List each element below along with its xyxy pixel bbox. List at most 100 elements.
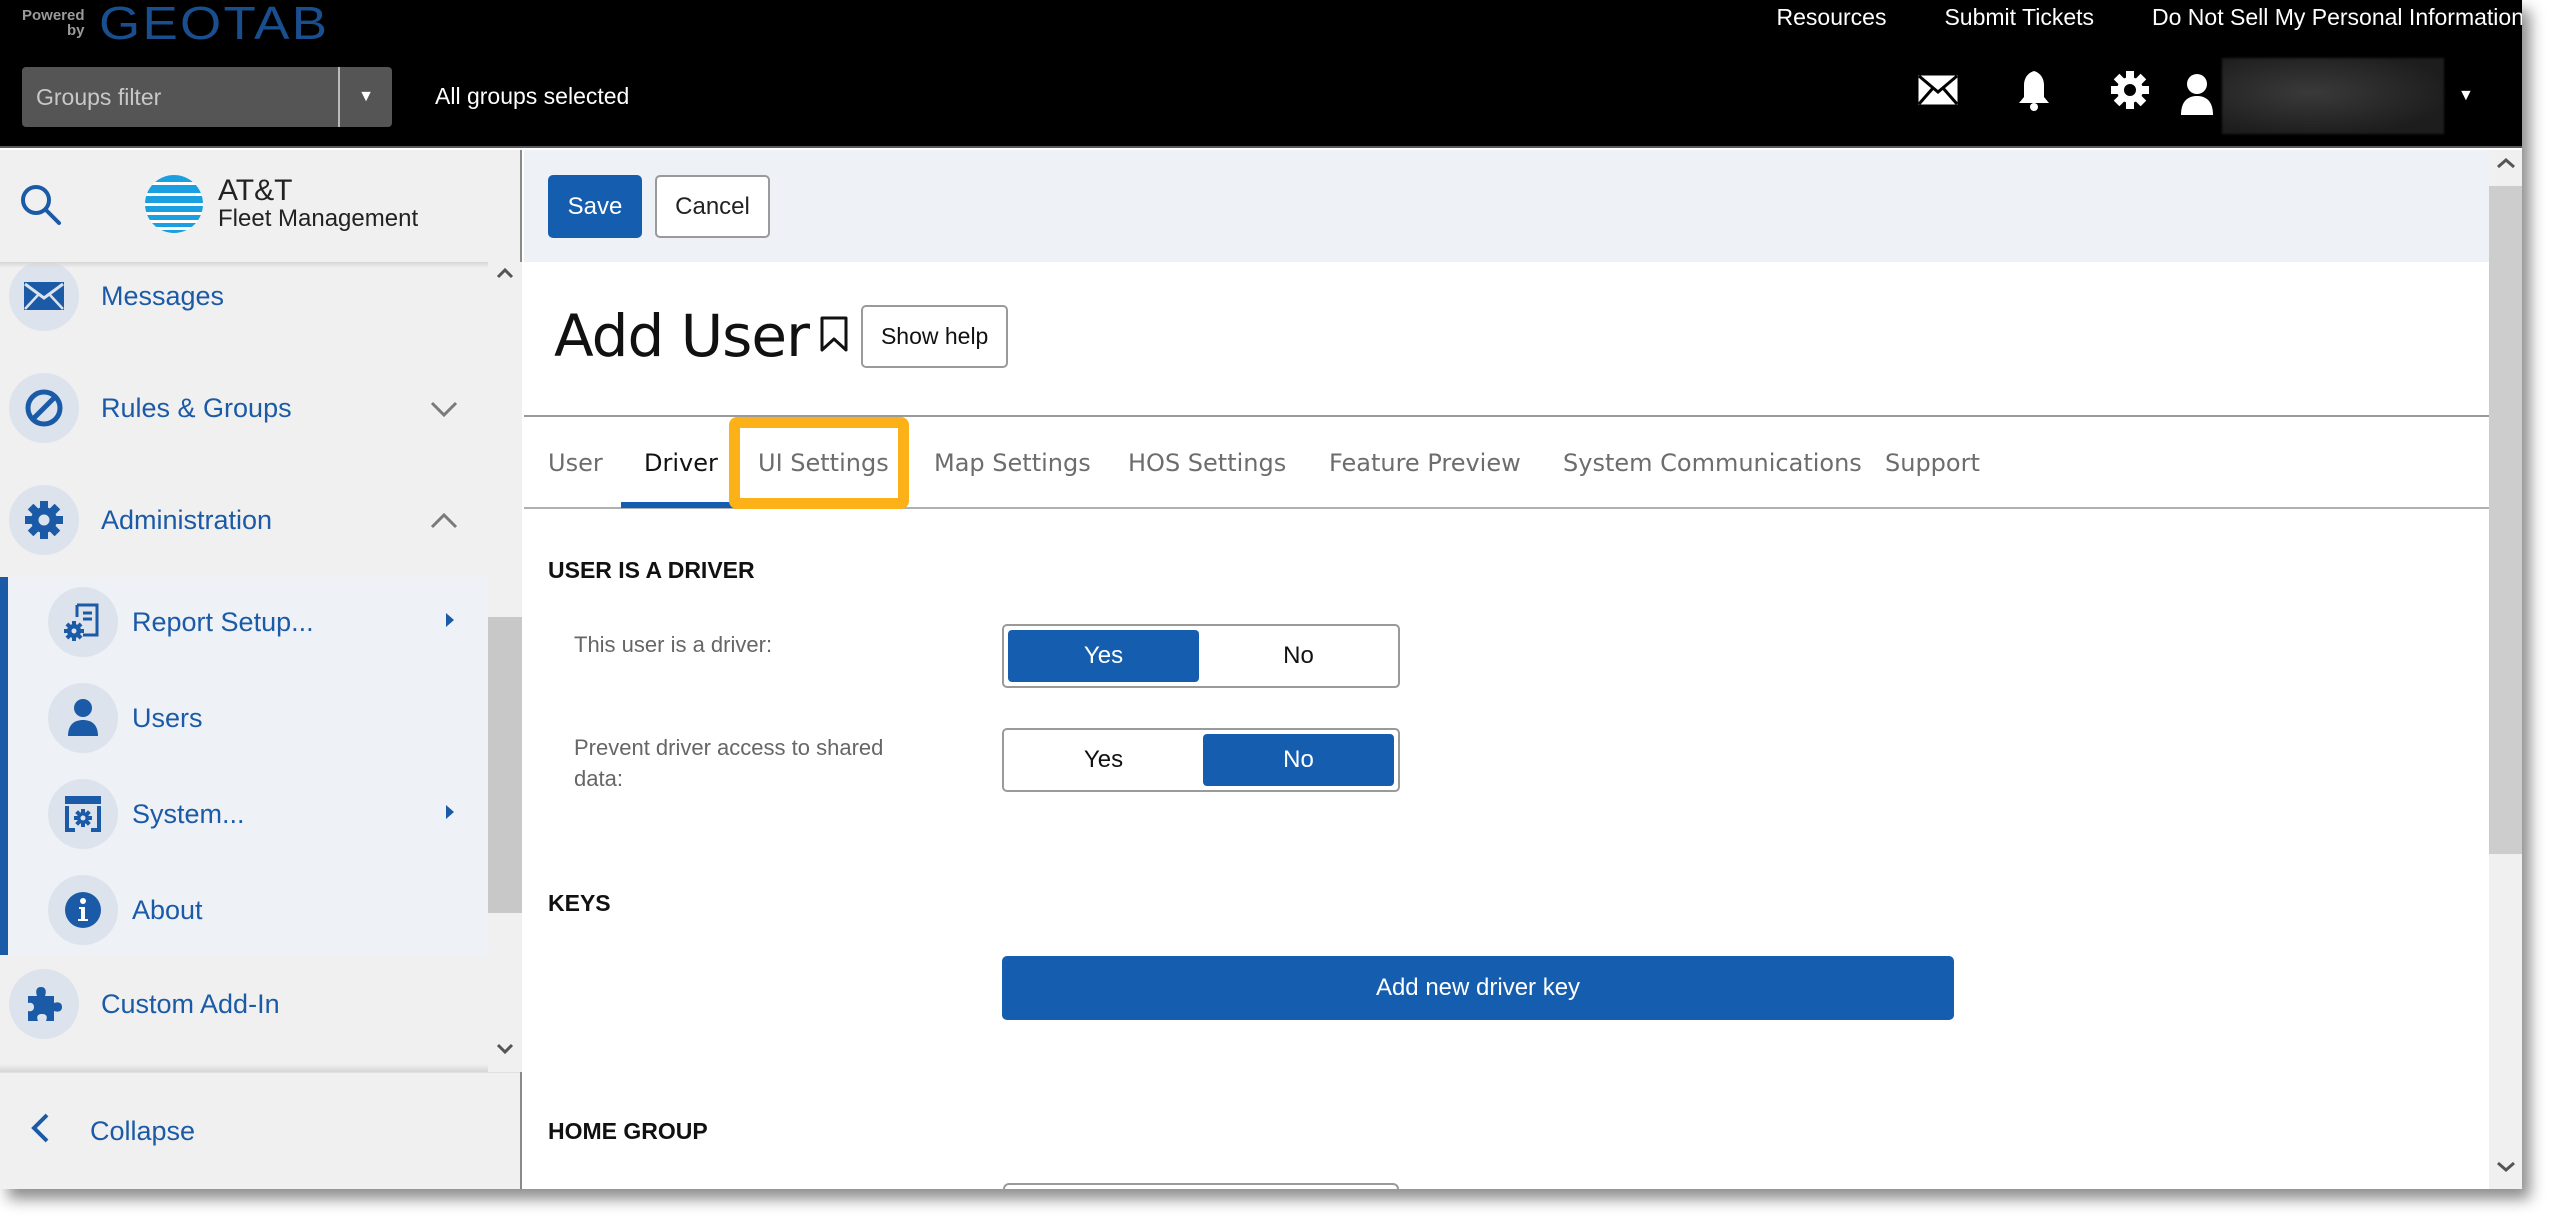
home-group-select[interactable] xyxy=(1003,1183,1399,1189)
groups-filter-input[interactable] xyxy=(22,67,338,127)
powered-by-label: Powered by xyxy=(22,7,85,39)
sidebar-scrollbar[interactable] xyxy=(488,262,522,1072)
sidebar-item-messages[interactable]: Messages xyxy=(0,263,488,341)
user-icon xyxy=(2180,73,2214,120)
user-icon xyxy=(48,683,118,753)
logo-subtitle: Fleet Management xyxy=(218,205,419,232)
add-driver-key-button[interactable]: Add new driver key xyxy=(1002,956,1954,1020)
redacted-username xyxy=(2222,58,2444,134)
resources-link[interactable]: Resources xyxy=(1777,4,1887,31)
sidebar-item-label: Administration xyxy=(101,504,273,535)
tab-feature-preview[interactable]: Feature Preview xyxy=(1329,417,1521,509)
top-links: Resources Submit Tickets Do Not Sell My … xyxy=(1777,4,2522,31)
tab-map-settings[interactable]: Map Settings xyxy=(934,417,1091,509)
caret-right-icon xyxy=(446,805,454,819)
sidebar-scroll-thumb[interactable] xyxy=(488,617,522,913)
mail-icon[interactable] xyxy=(1916,68,1960,112)
nav-top-shadow xyxy=(0,262,488,268)
sidebar-item-label: Report Setup... xyxy=(132,606,314,637)
sidebar-item-label: System... xyxy=(132,798,245,829)
bookmark-icon[interactable] xyxy=(819,315,849,358)
envelope-icon xyxy=(9,263,79,331)
app-window: Powered by GEOTAB Resources Submit Ticket… xyxy=(0,0,2522,1189)
top-bar: Powered by GEOTAB Resources Submit Ticket… xyxy=(0,0,2522,148)
caret-right-icon xyxy=(446,613,454,627)
sidebar-item-label: About xyxy=(132,894,203,925)
save-button[interactable]: Save xyxy=(548,175,642,238)
sidebar-item-label: Users xyxy=(132,702,203,733)
toolbar: Save Cancel xyxy=(524,150,2489,262)
user-menu[interactable]: ▼ xyxy=(2180,58,2474,134)
section-user-is-driver: USER IS A DRIVER xyxy=(548,557,755,583)
cancel-button[interactable]: Cancel xyxy=(655,175,770,238)
nav-bottom-shadow xyxy=(0,1064,488,1072)
is-driver-label: This user is a driver: xyxy=(574,632,773,657)
puzzle-icon xyxy=(9,969,79,1039)
sidebar-item-administration[interactable]: Administration xyxy=(0,475,488,565)
main-content: Save Cancel Add User Show help User Driv… xyxy=(524,150,2489,1189)
sidebar-nav: Messages Rules & Groups Administration R… xyxy=(0,262,488,1072)
sidebar: AT&T Fleet Management Messages Rules & G… xyxy=(0,150,522,1189)
prevent-access-yes[interactable]: Yes xyxy=(1008,734,1199,786)
sidebar-subitem-system[interactable]: System... xyxy=(8,769,488,859)
is-driver-no[interactable]: No xyxy=(1203,630,1394,682)
section-keys: KEYS xyxy=(548,890,611,916)
sidebar-item-label: Custom Add-In xyxy=(101,988,280,1019)
geotab-brand: Powered by GEOTAB xyxy=(22,0,327,49)
caret-down-icon[interactable]: ▼ xyxy=(2458,87,2474,105)
geotab-logo: GEOTAB xyxy=(98,0,329,49)
scroll-up-icon[interactable] xyxy=(496,266,514,284)
active-tab-indicator xyxy=(621,502,735,508)
tab-user[interactable]: User xyxy=(548,417,603,509)
chevron-left-icon xyxy=(30,1112,50,1151)
tab-system-communications[interactable]: System Communications xyxy=(1563,417,1862,509)
tab-hos-settings[interactable]: HOS Settings xyxy=(1128,417,1286,509)
tab-support[interactable]: Support xyxy=(1885,417,1980,509)
chevron-down-icon[interactable] xyxy=(430,393,458,424)
top-icons xyxy=(1916,68,2152,112)
report-setup-icon xyxy=(48,587,118,657)
system-icon xyxy=(48,779,118,849)
search-icon[interactable] xyxy=(18,182,64,233)
administration-submenu: Report Setup... Users System... About xyxy=(0,577,488,955)
groups-status: All groups selected xyxy=(435,83,630,109)
logo-title: AT&T xyxy=(218,174,293,207)
scroll-down-icon[interactable] xyxy=(496,1042,514,1060)
chevron-up-icon[interactable] xyxy=(430,505,458,536)
page-title: Add User xyxy=(554,302,810,370)
prevent-access-label: Prevent driver access to shared data: xyxy=(574,735,884,791)
collapse-label: Collapse xyxy=(90,1115,196,1146)
info-icon xyxy=(48,875,118,945)
groups-filter[interactable]: ▼ xyxy=(22,67,392,127)
scroll-down-icon[interactable] xyxy=(2496,1160,2516,1178)
sidebar-subitem-users[interactable]: Users xyxy=(8,673,488,763)
scroll-up-icon[interactable] xyxy=(2496,156,2516,174)
sidebar-subitem-report-setup[interactable]: Report Setup... xyxy=(8,577,488,667)
sidebar-item-custom-add-in[interactable]: Custom Add-In xyxy=(0,959,488,1049)
tab-ui-settings[interactable]: UI Settings xyxy=(758,417,889,509)
section-home-group: HOME GROUP xyxy=(548,1118,708,1144)
title-row: Add User Show help xyxy=(554,302,1009,370)
groups-filter-dropdown-button[interactable]: ▼ xyxy=(338,67,392,127)
main-scrollbar[interactable] xyxy=(2489,150,2522,1189)
prevent-access-no[interactable]: No xyxy=(1203,734,1394,786)
collapse-button[interactable]: Collapse xyxy=(0,1072,520,1189)
rules-icon xyxy=(9,373,79,443)
sidebar-item-label: Messages xyxy=(101,280,225,311)
is-driver-toggle: Yes No xyxy=(1002,624,1400,688)
do-not-sell-link[interactable]: Do Not Sell My Personal Information xyxy=(2152,4,2522,31)
gear-icon[interactable] xyxy=(2108,68,2152,112)
bell-icon[interactable] xyxy=(2012,68,2056,112)
caret-down-icon: ▼ xyxy=(358,88,374,105)
submit-tickets-link[interactable]: Submit Tickets xyxy=(1944,4,2094,31)
show-help-button[interactable]: Show help xyxy=(860,304,1009,368)
sidebar-header: AT&T Fleet Management xyxy=(0,150,520,262)
main-scroll-thumb[interactable] xyxy=(2489,186,2522,854)
sidebar-item-label: Rules & Groups xyxy=(101,392,292,423)
sidebar-item-rules-groups[interactable]: Rules & Groups xyxy=(0,363,488,453)
is-driver-yes[interactable]: Yes xyxy=(1008,630,1199,682)
sidebar-subitem-about[interactable]: About xyxy=(8,865,488,955)
tab-driver[interactable]: Driver xyxy=(644,417,718,509)
prevent-access-toggle: Yes No xyxy=(1002,728,1400,792)
gear-icon xyxy=(9,485,79,555)
